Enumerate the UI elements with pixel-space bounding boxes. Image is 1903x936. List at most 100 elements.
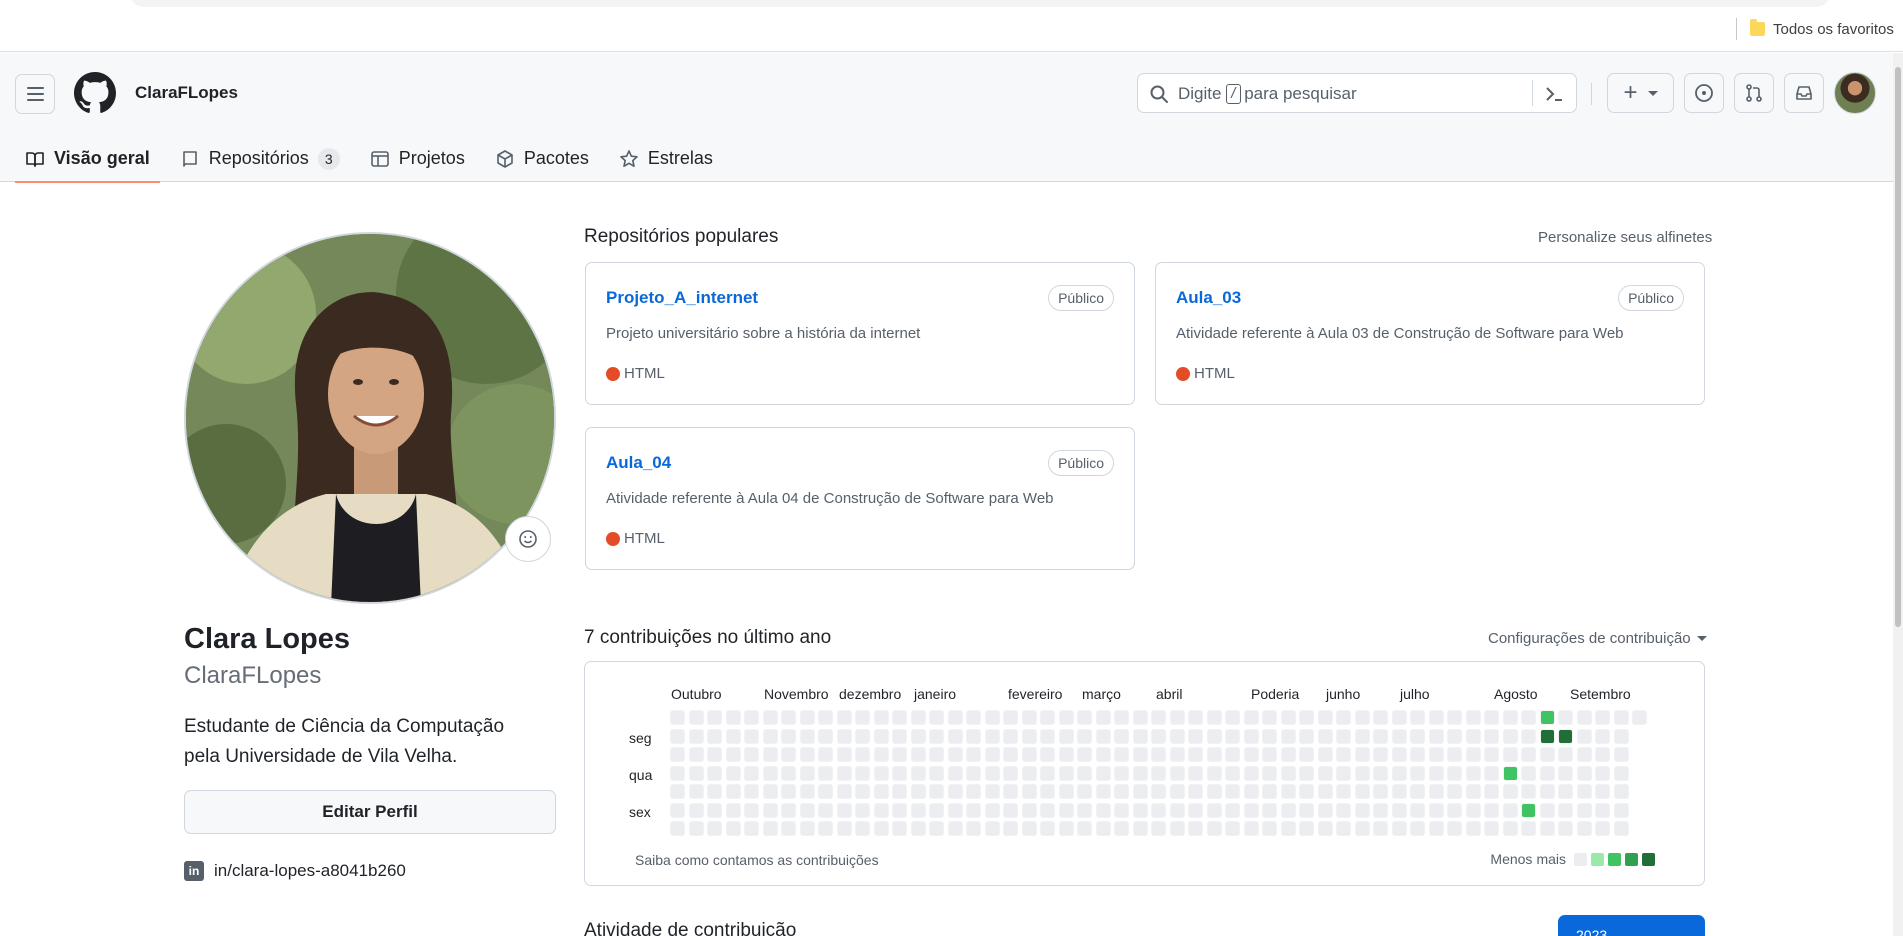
contribution-day-cell[interactable] (1206, 802, 1222, 818)
contribution-day-cell[interactable] (799, 802, 815, 818)
user-avatar-menu[interactable] (1834, 72, 1876, 114)
contribution-day-cell[interactable] (1040, 784, 1055, 799)
contribution-day-cell[interactable] (781, 710, 796, 725)
contribution-day-cell[interactable] (1225, 821, 1240, 836)
contribution-day-cell[interactable] (836, 802, 852, 818)
contribution-day-cell[interactable] (1151, 728, 1166, 744)
contribution-day-cell[interactable] (1595, 710, 1610, 725)
contribution-day-cell[interactable] (1299, 710, 1314, 725)
contribution-day-cell[interactable] (836, 784, 852, 799)
contribution-day-cell[interactable] (947, 802, 963, 818)
contribution-day-cell[interactable] (1558, 784, 1573, 799)
contribution-day-cell[interactable] (1613, 784, 1629, 799)
contribution-day-cell[interactable] (744, 802, 759, 818)
contribution-day-cell[interactable] (1410, 784, 1425, 799)
contribution-day-cell[interactable] (984, 784, 1000, 799)
contribution-day-cell[interactable] (1114, 747, 1129, 762)
contribution-day-cell[interactable] (725, 765, 741, 781)
contribution-day-cell[interactable] (688, 728, 704, 744)
contribution-day-cell[interactable] (781, 747, 796, 762)
contribution-day-cell[interactable] (1502, 710, 1518, 725)
contribution-day-cell[interactable] (1114, 784, 1129, 799)
contribution-day-cell[interactable] (744, 765, 759, 781)
contribution-day-cell[interactable] (1373, 802, 1388, 818)
contribution-day-cell[interactable] (873, 784, 889, 799)
contribution-day-cell[interactable] (1521, 747, 1536, 762)
browser-omnibox[interactable] (130, 0, 1830, 7)
tab-stars[interactable]: Estrelas (609, 135, 723, 182)
contribution-day-cell[interactable] (1465, 821, 1481, 836)
contribution-day-cell[interactable] (1521, 821, 1536, 836)
contribution-day-cell[interactable] (984, 728, 1000, 744)
contribution-day-cell[interactable] (910, 802, 926, 818)
contribution-day-cell[interactable] (1077, 821, 1092, 836)
contribution-day-cell[interactable] (929, 802, 944, 818)
contribution-day-cell[interactable] (1021, 821, 1037, 836)
github-logo-icon[interactable] (74, 72, 116, 114)
contribution-day-cell[interactable] (707, 728, 722, 744)
contribution-day-cell[interactable] (1576, 710, 1592, 725)
contribution-day-cell[interactable] (688, 802, 704, 818)
contribution-day-cell[interactable] (1558, 821, 1573, 836)
contribution-day-cell[interactable] (1336, 802, 1351, 818)
contribution-day-cell[interactable] (1354, 802, 1370, 818)
tab-projects[interactable]: Projetos (360, 135, 475, 182)
contribution-day-cell[interactable] (1206, 728, 1222, 744)
contribution-day-cell[interactable] (799, 710, 815, 725)
contribution-day-cell[interactable] (1095, 747, 1111, 762)
contribution-day-cell[interactable] (1428, 747, 1444, 762)
contribution-day-cell[interactable] (799, 747, 815, 762)
contribution-day-cell[interactable] (984, 710, 1000, 725)
contribution-day-cell[interactable] (1169, 784, 1185, 799)
contribution-day-cell[interactable] (1280, 728, 1296, 744)
contribution-day-cell[interactable] (855, 784, 870, 799)
contribution-day-cell[interactable] (1447, 728, 1462, 744)
contribution-day-cell[interactable] (1317, 710, 1333, 725)
contribution-day-cell[interactable] (1114, 710, 1129, 725)
contribution-day-cell[interactable] (1502, 802, 1518, 818)
contribution-day-cell[interactable] (947, 784, 963, 799)
contribution-day-cell[interactable] (1132, 728, 1148, 744)
contribution-day-cell[interactable] (984, 765, 1000, 781)
contribution-day-cell[interactable] (836, 765, 852, 781)
contribution-day-cell[interactable] (947, 710, 963, 725)
contribution-day-cell[interactable] (725, 802, 741, 818)
contribution-day-cell[interactable] (892, 821, 907, 836)
contribution-day-cell[interactable] (725, 710, 741, 725)
contribution-day-cell[interactable] (1299, 728, 1314, 744)
contribution-day-cell[interactable] (947, 728, 963, 744)
create-new-button[interactable]: + (1607, 73, 1674, 113)
contribution-day-cell[interactable] (1206, 710, 1222, 725)
contribution-day-cell[interactable] (1003, 728, 1018, 744)
contribution-day-cell[interactable] (1003, 784, 1018, 799)
contribution-day-cell[interactable] (1317, 728, 1333, 744)
contribution-day-cell[interactable] (1021, 710, 1037, 725)
contribution-day-cell[interactable] (818, 728, 833, 744)
contribution-day-cell[interactable] (1595, 765, 1610, 781)
contribution-day-cell[interactable] (799, 821, 815, 836)
contribution-day-cell[interactable] (1132, 802, 1148, 818)
contribution-day-cell[interactable] (818, 784, 833, 799)
contribution-day-cell[interactable] (1280, 802, 1296, 818)
contribution-day-cell[interactable] (1021, 747, 1037, 762)
contribution-day-cell[interactable] (1262, 784, 1277, 799)
contribution-day-cell[interactable] (1058, 747, 1074, 762)
contribution-day-cell[interactable] (836, 728, 852, 744)
contribution-day-cell[interactable] (725, 784, 741, 799)
contribution-day-cell[interactable] (929, 784, 944, 799)
contribution-day-cell[interactable] (1188, 710, 1203, 725)
contribution-day-cell[interactable] (1058, 821, 1074, 836)
contribution-day-cell[interactable] (1040, 821, 1055, 836)
contribution-day-cell[interactable] (744, 747, 759, 762)
contribution-day-cell[interactable] (1613, 821, 1629, 836)
contribution-day-cell[interactable] (1262, 747, 1277, 762)
contribution-day-cell[interactable] (1539, 747, 1555, 762)
contribution-day-cell[interactable] (966, 710, 981, 725)
contribution-day-cell[interactable] (1262, 728, 1277, 744)
contribution-day-cell[interactable] (688, 710, 704, 725)
contribution-day-cell[interactable] (1151, 747, 1166, 762)
contribution-day-cell[interactable] (1539, 784, 1555, 799)
contribution-day-cell[interactable] (670, 821, 685, 836)
contribution-day-cell[interactable] (1558, 765, 1573, 781)
edit-profile-button[interactable]: Editar Perfil (184, 790, 556, 834)
